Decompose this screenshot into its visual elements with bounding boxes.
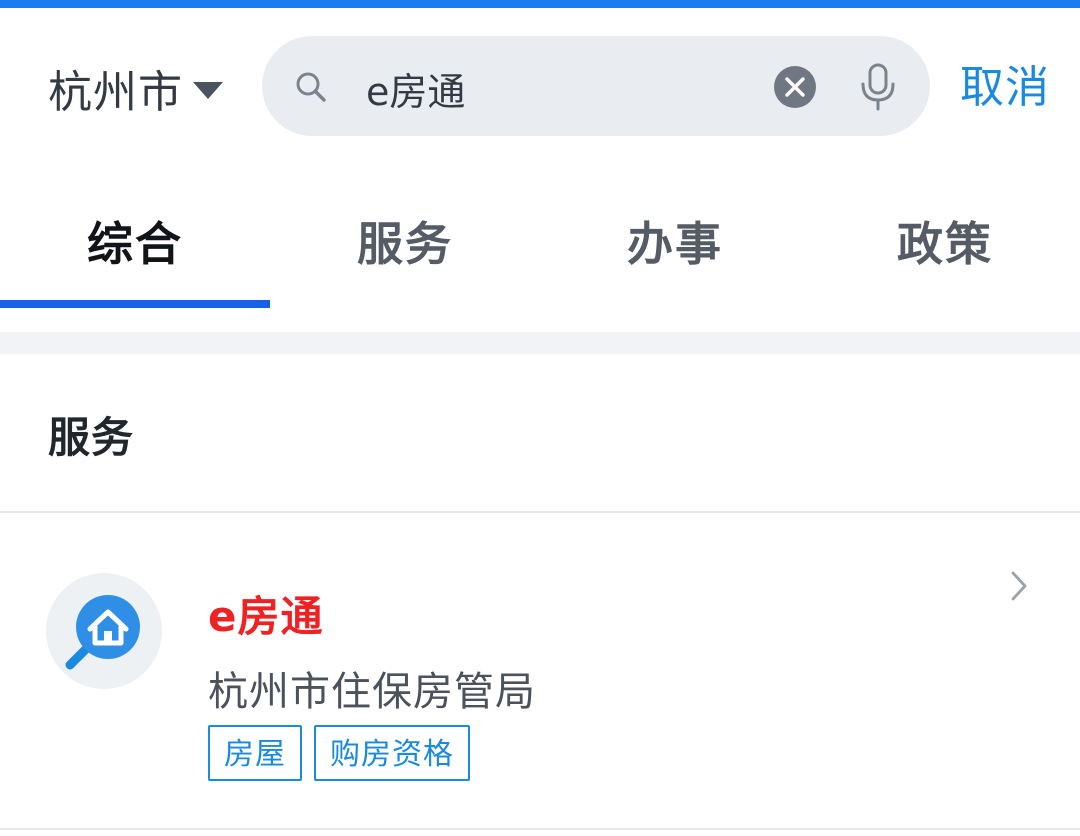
top-status-strip (0, 0, 1080, 8)
microphone-icon[interactable] (858, 62, 898, 112)
result-item[interactable]: e房通 杭州市住保房管局 房屋 购房资格 (0, 513, 1080, 829)
chevron-right-icon (1011, 571, 1027, 601)
tab-bar: 综合 服务 办事 政策 (0, 170, 1080, 308)
section-title: 服务 (48, 413, 135, 462)
section-gap (0, 332, 1080, 354)
active-tab-indicator (0, 300, 270, 308)
result-tags: 房屋 购房资格 (208, 725, 470, 781)
result-title: e房通 (208, 592, 324, 641)
search-icon (296, 72, 326, 102)
tab-label: 综合 (87, 217, 183, 271)
caret-down-icon (193, 81, 223, 99)
divider (0, 828, 1080, 830)
tab-policy[interactable]: 政策 (810, 170, 1080, 308)
city-selector[interactable]: 杭州市 (48, 58, 223, 118)
city-label: 杭州市 (48, 67, 183, 118)
search-input[interactable] (366, 58, 746, 118)
tab-services[interactable]: 服务 (270, 170, 540, 308)
tag[interactable]: 房屋 (208, 725, 302, 781)
house-search-icon (46, 573, 162, 689)
tab-affairs[interactable]: 办事 (540, 170, 810, 308)
result-provider: 杭州市住保房管局 (208, 669, 536, 715)
tab-label: 政策 (897, 217, 993, 271)
tab-label: 办事 (627, 217, 723, 271)
tab-label: 服务 (357, 217, 453, 271)
clear-icon[interactable] (774, 66, 816, 108)
cancel-button[interactable]: 取消 (960, 58, 1050, 118)
tab-general[interactable]: 综合 (0, 170, 270, 308)
tag[interactable]: 购房资格 (314, 725, 470, 781)
